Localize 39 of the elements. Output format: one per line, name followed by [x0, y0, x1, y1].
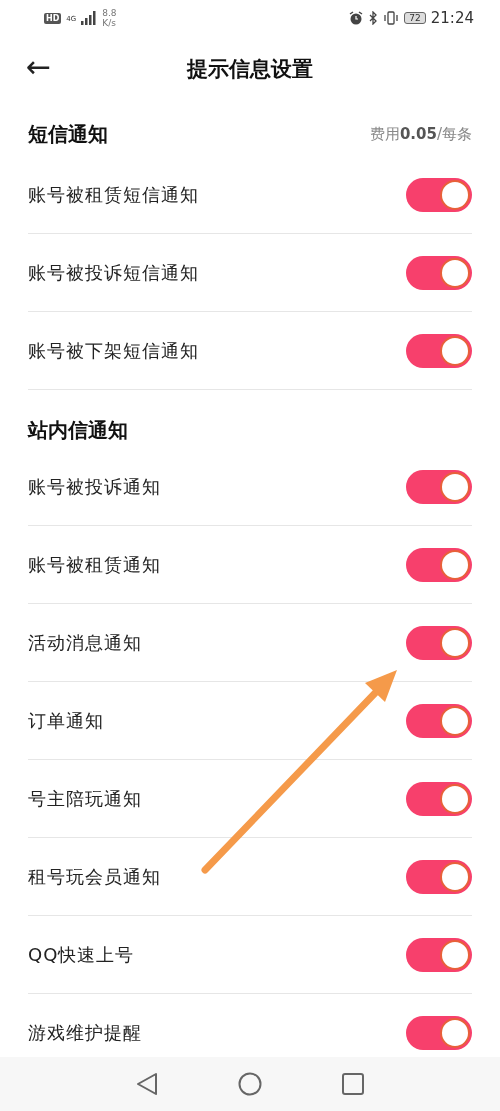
signal-icon	[81, 11, 98, 25]
toggle-switch[interactable]	[406, 469, 472, 504]
toggle-switch[interactable]	[406, 703, 472, 738]
setting-label: 账号被租赁通知	[28, 552, 162, 577]
back-button[interactable]: ←	[22, 50, 56, 84]
toggle-switch[interactable]	[406, 937, 472, 972]
setting-label: 号主陪玩通知	[28, 786, 143, 811]
toggle-switch[interactable]	[406, 1015, 472, 1050]
battery-level: 72	[404, 12, 426, 24]
toggle-switch[interactable]	[406, 177, 472, 212]
hd-badge: HD	[44, 12, 62, 24]
setting-label: 账号被下架短信通知	[28, 338, 200, 363]
clock-time: 21:24	[430, 9, 474, 27]
fee-note: 费用0.05/每条	[369, 124, 472, 144]
setting-label: 账号被租赁短信通知	[28, 182, 200, 207]
speed-unit: K/s	[102, 18, 117, 28]
page-title: 提示信息设置	[187, 56, 313, 83]
back-nav-icon[interactable]	[136, 1072, 158, 1096]
toggle-switch[interactable]	[406, 625, 472, 660]
setting-label: QQ快速上号	[28, 942, 136, 967]
setting-label: 租号玩会员通知	[28, 864, 162, 889]
setting-label: 订单通知	[28, 708, 105, 733]
section-title: 站内信通知	[28, 416, 129, 444]
setting-label: 账号被投诉通知	[28, 474, 162, 499]
toggle-switch[interactable]	[406, 781, 472, 816]
home-nav-icon[interactable]	[238, 1072, 262, 1096]
bluetooth-icon	[368, 11, 379, 25]
recents-nav-icon[interactable]	[342, 1073, 364, 1095]
toggle-switch[interactable]	[406, 255, 472, 290]
setting-label: 游戏维护提醒	[28, 1020, 143, 1045]
toggle-switch[interactable]	[406, 333, 472, 368]
alarm-clock-icon	[349, 11, 364, 25]
speed-value: 8.8	[102, 8, 117, 18]
setting-label: 活动消息通知	[28, 630, 143, 655]
vibrate-icon	[383, 11, 400, 25]
toggle-switch[interactable]	[406, 547, 472, 582]
toggle-switch[interactable]	[406, 859, 472, 894]
setting-label: 账号被投诉短信通知	[28, 260, 200, 285]
section-title: 短信通知	[28, 120, 109, 148]
